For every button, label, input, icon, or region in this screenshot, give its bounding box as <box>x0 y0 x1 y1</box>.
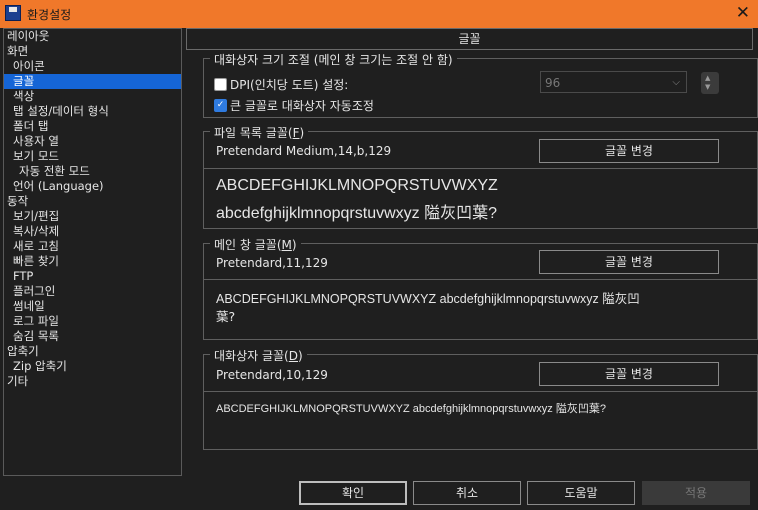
sidebar-item[interactable]: 플러그인 <box>4 284 181 299</box>
sidebar-item[interactable]: 아이콘 <box>4 59 181 74</box>
ok-button[interactable]: 확인 <box>299 481 407 505</box>
main-window-font-preview-line2: 葉? <box>216 309 236 324</box>
settings-category-tree[interactable]: 레이아웃 화면 아이콘 글꼴 색상 탭 설정/데이터 형식 폴더 탭 사용자 열 보기 모드 자동… <box>3 28 182 476</box>
sidebar-item[interactable]: 보기/편집 <box>4 209 181 224</box>
spin-down-icon: ▼ <box>705 83 711 91</box>
dpi-select: 96 ⌵ <box>540 71 687 93</box>
file-list-font-name: Pretendard Medium,14,b,129 <box>216 144 392 158</box>
dialog-font-change-button[interactable]: 글꼴 변경 <box>539 362 719 386</box>
close-icon[interactable]: ✕ <box>736 3 750 23</box>
sidebar-item[interactable]: 레이아웃 <box>4 29 181 44</box>
sidebar-item[interactable]: 새로 고침 <box>4 239 181 254</box>
legend-accelerator: D <box>288 349 298 363</box>
sidebar-item[interactable]: 자동 전환 모드 <box>4 164 181 179</box>
section-header: 글꼴 <box>186 28 753 50</box>
sidebar-item[interactable]: 폴더 탭 <box>4 119 181 134</box>
window-title: 환경설정 <box>27 8 72 22</box>
sidebar-item[interactable]: 동작 <box>4 194 181 209</box>
dialog-font-preview: ABCDEFGHIJKLMNOPQRSTUVWXYZ abcdefghijklm… <box>216 403 606 415</box>
dpi-label: DPI(인치당 도트) 설정: <box>230 78 349 92</box>
divider <box>204 279 757 280</box>
help-button[interactable]: 도움말 <box>527 481 635 505</box>
dialog-font-legend: 대화상자 글꼴(D) <box>210 347 307 364</box>
sidebar-item[interactable]: 언어 (Language) <box>4 179 181 194</box>
dialog-size-legend: 대화상자 크기 조절 (메인 창 크기는 조절 안 함) <box>210 51 457 68</box>
sidebar-item[interactable]: 빠른 찾기 <box>4 254 181 269</box>
legend-text: ) <box>291 238 297 252</box>
main-window-font-change-button[interactable]: 글꼴 변경 <box>539 250 719 274</box>
legend-text: 파일 목록 글꼴( <box>214 126 293 140</box>
sidebar-item[interactable]: 압축기 <box>4 344 181 359</box>
floppy-disk-icon <box>5 5 21 21</box>
dpi-checkbox[interactable] <box>214 78 227 91</box>
sidebar-item[interactable]: 로그 파일 <box>4 314 181 329</box>
sidebar-item[interactable]: 화면 <box>4 44 181 59</box>
dialog-font-name: Pretendard,10,129 <box>216 368 328 382</box>
main-window-font-name: Pretendard,11,129 <box>216 256 328 270</box>
sidebar-item[interactable]: 탭 설정/데이터 형식 <box>4 104 181 119</box>
divider <box>204 391 757 392</box>
file-list-font-change-button[interactable]: 글꼴 변경 <box>539 139 719 163</box>
cancel-button[interactable]: 취소 <box>413 481 521 505</box>
main-window-font-preview-line1: ABCDEFGHIJKLMNOPQRSTUVWXYZ abcdefghijklm… <box>216 292 640 306</box>
spin-up-icon: ▲ <box>705 74 711 82</box>
legend-accelerator: M <box>281 238 292 252</box>
legend-text: 대화상자 글꼴( <box>214 349 289 363</box>
legend-text: ) <box>299 126 305 140</box>
sidebar-item[interactable]: Zip 압축기 <box>4 359 181 374</box>
legend-text: ) <box>298 349 303 363</box>
sidebar-item[interactable]: 색상 <box>4 89 181 104</box>
main-window-font-legend: 메인 창 글꼴(M) <box>210 236 301 253</box>
apply-button[interactable]: 적용 <box>642 481 750 505</box>
sidebar-item[interactable]: 글꼴 <box>4 74 181 89</box>
sidebar-item[interactable]: 보기 모드 <box>4 149 181 164</box>
sidebar-item[interactable]: 기타 <box>4 374 181 389</box>
dpi-spinner: ▲ ▼ <box>701 72 719 94</box>
sidebar-item[interactable]: 사용자 열 <box>4 134 181 149</box>
file-list-font-legend: 파일 목록 글꼴(F) <box>210 124 309 141</box>
divider <box>204 168 757 169</box>
autosize-label: 큰 글꼴로 대화상자 자동조정 <box>230 99 374 113</box>
file-list-font-preview-line1: ABCDEFGHIJKLMNOPQRSTUVWXYZ <box>216 177 498 194</box>
legend-text: 메인 창 글꼴( <box>214 238 282 252</box>
sidebar-item[interactable]: 복사/삭제 <box>4 224 181 239</box>
sidebar-item[interactable]: FTP <box>4 269 181 284</box>
autosize-checkbox[interactable]: ✓ <box>214 99 227 112</box>
sidebar-item[interactable]: 썸네일 <box>4 299 181 314</box>
chevron-down-icon: ⌵ <box>672 77 680 88</box>
title-bar: 환경설정 ✕ <box>0 0 758 28</box>
file-list-font-preview-line2: abcdefghijklmnopqrstuvwxyz 隘灰凹葉? <box>216 205 497 222</box>
sidebar-item[interactable]: 숨김 목록 <box>4 329 181 344</box>
dpi-value: 96 <box>545 76 561 90</box>
